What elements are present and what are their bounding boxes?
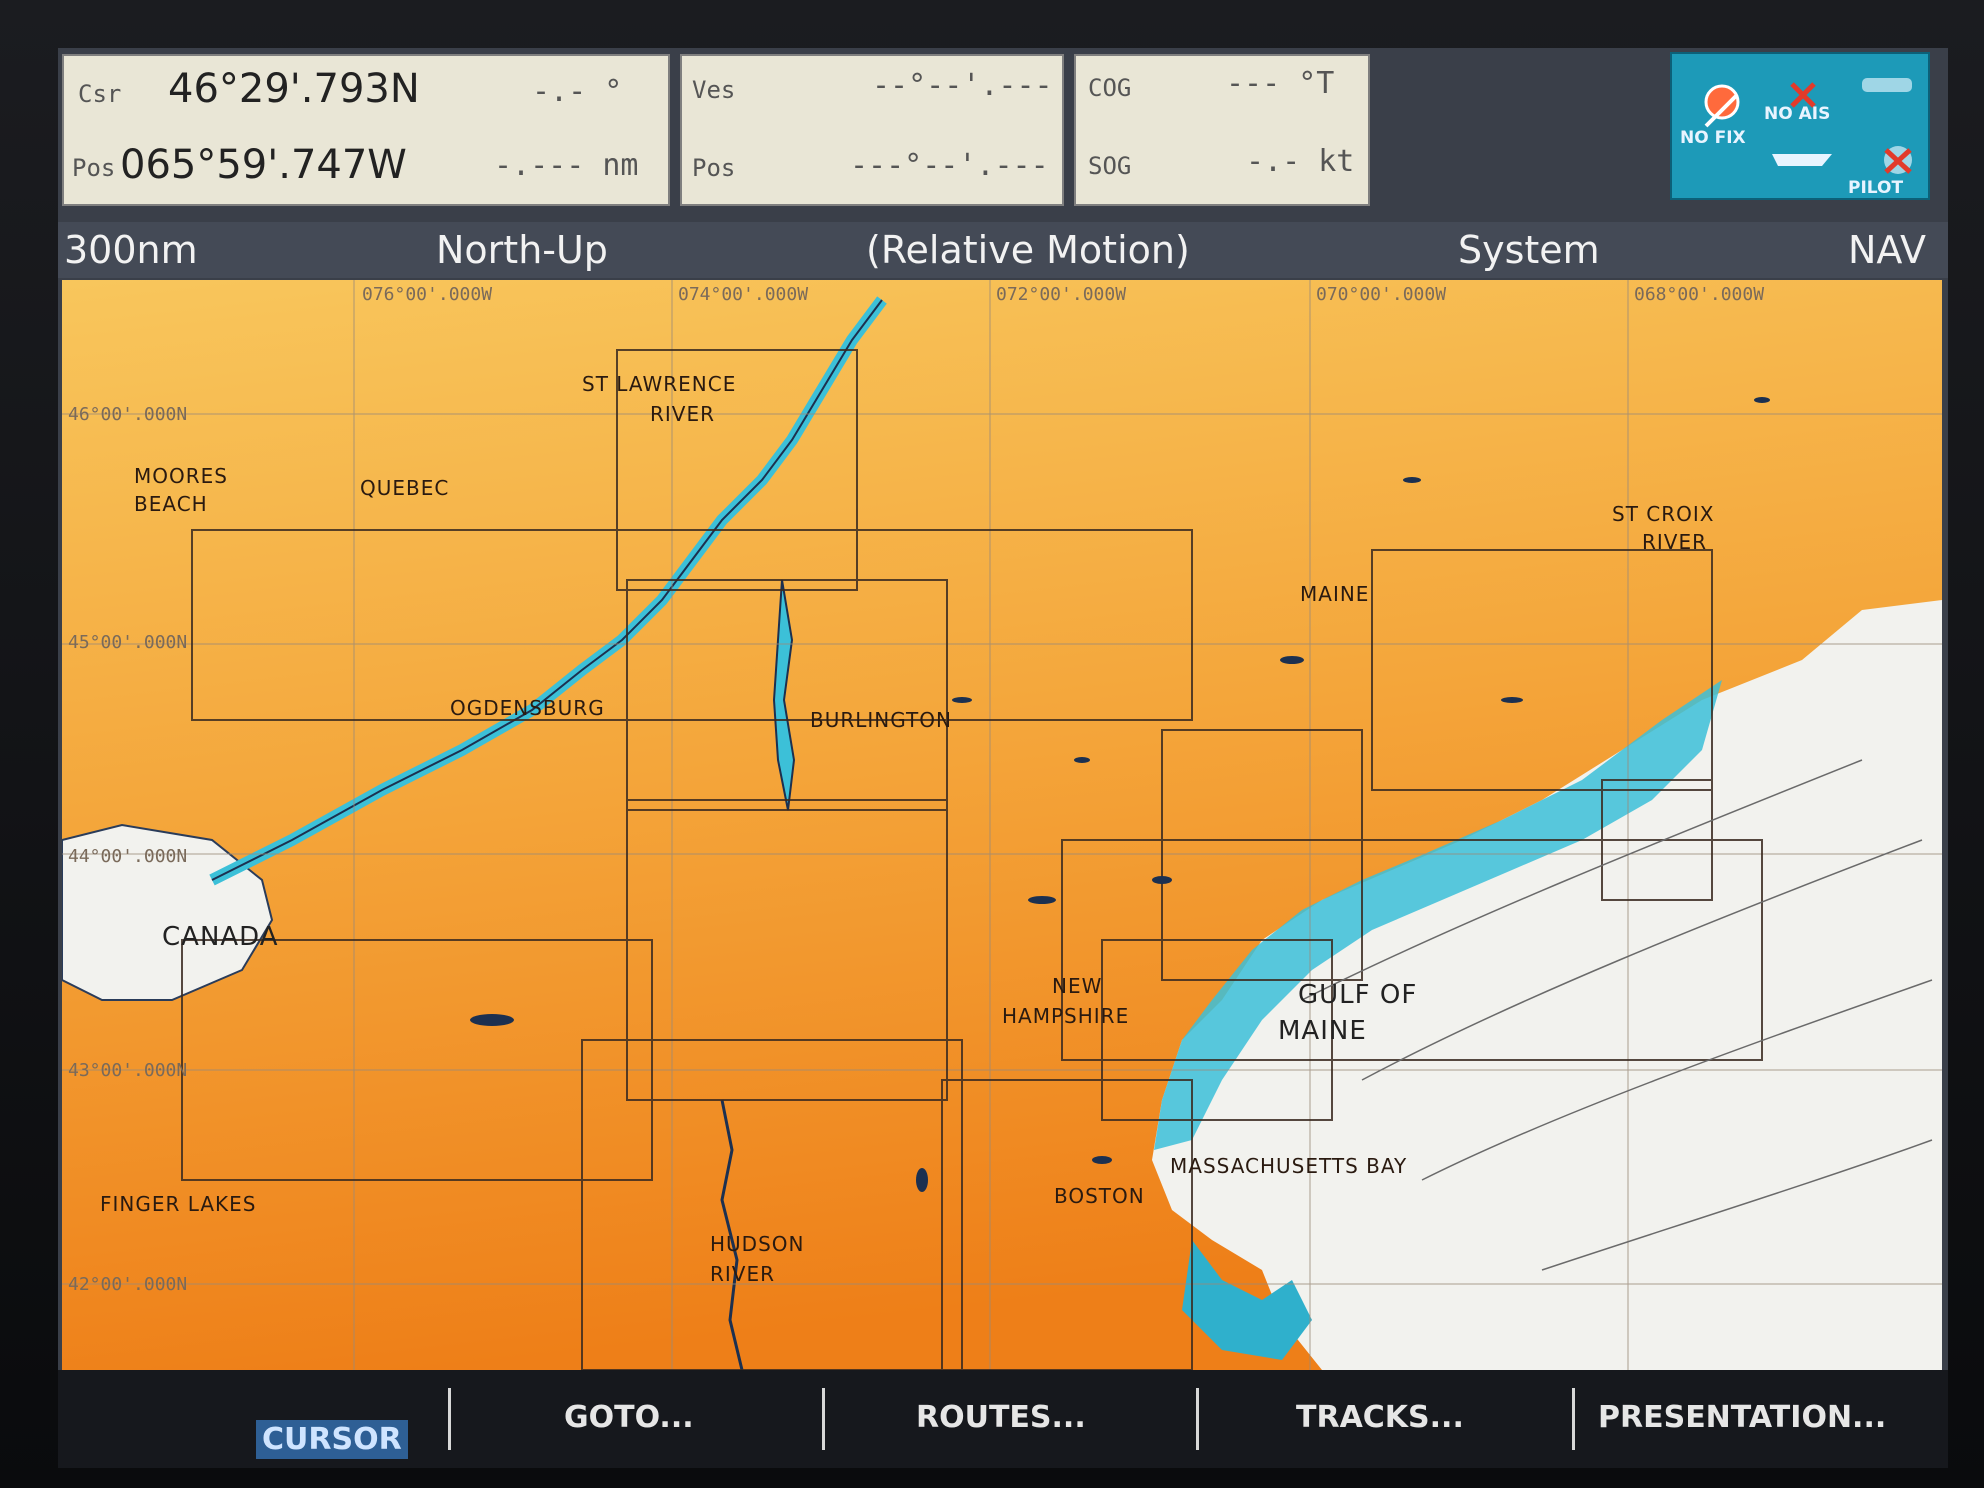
map-label-st-lawrence: ST LAWRENCE	[582, 372, 737, 396]
vessel-latitude: --°--'.---	[872, 68, 1053, 103]
vessel-panel: Ves --°--'.--- Pos ---°--'.---	[680, 54, 1064, 206]
cursor-softkey[interactable]: CURSOR	[256, 1420, 408, 1459]
softkey-divider	[822, 1388, 825, 1450]
status-indicator-panel[interactable]: NO FIX NO AIS PILOT	[1670, 52, 1930, 200]
nav-mode[interactable]: NAV	[1848, 228, 1926, 272]
map-label-beach: BEACH	[134, 492, 208, 516]
map-label-new: NEW	[1052, 974, 1103, 998]
pilot-status: PILOT	[1848, 178, 1904, 198]
map-label-massachusetts-bay: MASSACHUSETTS BAY	[1170, 1154, 1408, 1178]
map-label-hudson-river: RIVER	[710, 1262, 776, 1286]
chart-graphics	[62, 280, 1942, 1370]
map-label-moores: MOORES	[134, 464, 228, 488]
map-label-finger-lakes: FINGER LAKES	[100, 1192, 257, 1216]
latitude-label-43: 43°00'.000N	[68, 1060, 188, 1081]
map-label-maine: MAINE	[1300, 582, 1370, 606]
sog-label: SOG	[1088, 152, 1132, 180]
sog-value: -.- kt	[1246, 144, 1355, 179]
chart-area[interactable]: 076°00'.000W 074°00'.000W 072°00'.000W 0…	[62, 280, 1942, 1370]
map-label-boston: BOSTON	[1054, 1184, 1145, 1208]
system-mode[interactable]: System	[1458, 228, 1600, 272]
cursor-range: -.--- nm	[494, 148, 639, 183]
map-label-gulf-of: GULF OF	[1298, 980, 1418, 1010]
latitude-label-45: 45°00'.000N	[68, 632, 188, 653]
map-label-hampshire: HAMPSHIRE	[1002, 1004, 1130, 1028]
map-label-gulf-maine: MAINE	[1278, 1016, 1367, 1046]
map-label-st-croix-river: RIVER	[1642, 530, 1708, 554]
longitude-label-072: 072°00'.000W	[996, 284, 1127, 305]
chart-status-bar: 300nm North-Up (Relative Motion) System …	[58, 222, 1948, 278]
softkey-divider	[448, 1388, 451, 1450]
cursor-bearing: -.- °	[532, 74, 623, 109]
latitude-label-44: 44°00'.000N	[68, 846, 188, 867]
map-label-st-croix: ST CROIX	[1612, 502, 1715, 526]
latitude-label-42: 42°00'.000N	[68, 1274, 188, 1295]
longitude-label-068: 068°00'.000W	[1634, 284, 1765, 305]
latitude-label-46: 46°00'.000N	[68, 404, 188, 425]
chart-range[interactable]: 300nm	[64, 228, 198, 272]
map-label-ogdensburg: OGDENSBURG	[450, 696, 605, 720]
longitude-label-076: 076°00'.000W	[362, 284, 493, 305]
presentation-softkey[interactable]: PRESENTATION...	[1598, 1400, 1886, 1435]
cursor-label: Csr	[78, 80, 122, 108]
vessel-pos-label: Pos	[692, 154, 736, 182]
cog-label: COG	[1088, 74, 1132, 102]
map-label-st-lawrence-river: RIVER	[650, 402, 716, 426]
cog-value: --- °T	[1226, 66, 1335, 101]
position-label: Pos	[72, 154, 116, 182]
longitude-label-070: 070°00'.000W	[1316, 284, 1447, 305]
chart-orientation[interactable]: North-Up	[436, 228, 608, 272]
cursor-latitude: 46°29'.793N	[168, 66, 420, 112]
map-label-hudson: HUDSON	[710, 1232, 805, 1256]
cursor-position-panel: Csr 46°29'.793N -.- ° Pos 065°59'.747W -…	[62, 54, 670, 206]
longitude-label-074: 074°00'.000W	[678, 284, 809, 305]
cog-sog-panel: COG --- °T SOG -.- kt	[1074, 54, 1370, 206]
map-label-canada: CANADA	[162, 922, 279, 952]
softkey-divider	[1572, 1388, 1575, 1450]
map-label-burlington: BURLINGTON	[810, 708, 952, 732]
tracks-softkey[interactable]: TRACKS...	[1296, 1400, 1464, 1435]
vessel-label: Ves	[692, 76, 736, 104]
no-fix-status: NO FIX	[1680, 128, 1746, 148]
routes-softkey[interactable]: ROUTES...	[916, 1400, 1086, 1435]
softkey-divider	[1196, 1388, 1199, 1450]
motion-mode[interactable]: (Relative Motion)	[866, 228, 1190, 272]
vessel-longitude: ---°--'.---	[850, 148, 1049, 183]
goto-softkey[interactable]: GOTO...	[564, 1400, 694, 1435]
map-label-quebec: QUEBEC	[360, 476, 450, 500]
position-longitude: 065°59'.747W	[120, 142, 407, 188]
no-ais-status: NO AIS	[1764, 104, 1831, 124]
